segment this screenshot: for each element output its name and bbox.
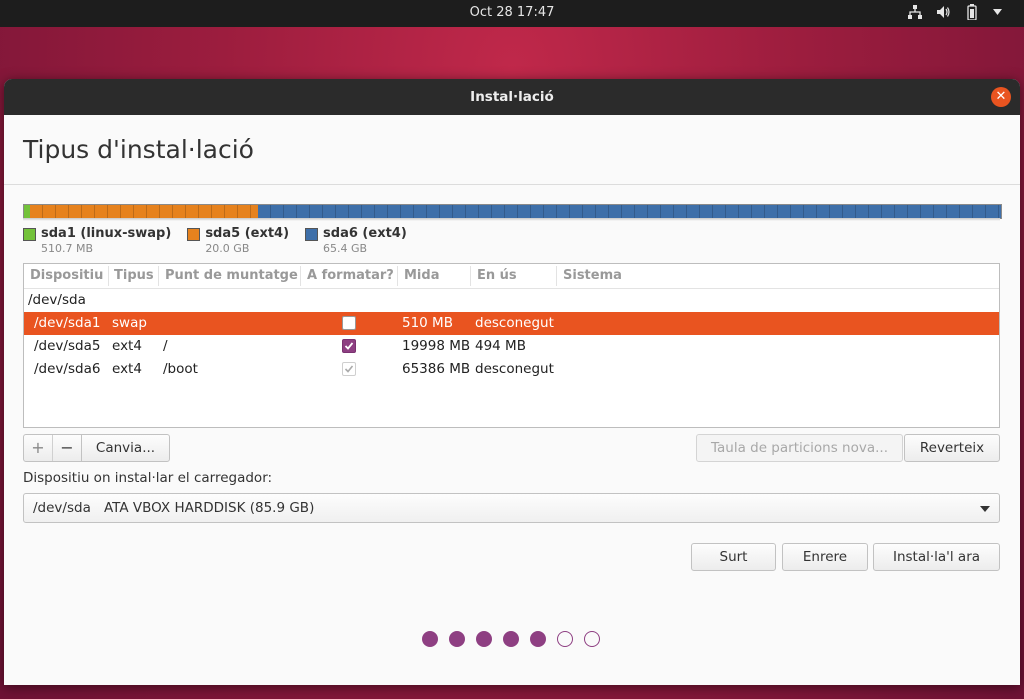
checkmark-icon (344, 342, 354, 350)
col-header-used[interactable]: En ús (477, 268, 517, 283)
legend-item: sda5 (ext4) 20.0 GB (187, 226, 289, 255)
partition-bar (23, 204, 1002, 219)
cell-device: /dev/sda6 (34, 361, 101, 377)
bootloader-device-select[interactable]: /dev/sda ATA VBOX HARDDISK (85.9 GB) (23, 493, 1000, 523)
checkmark-icon (344, 365, 354, 373)
volume-icon (936, 5, 951, 19)
format-checkbox[interactable] (342, 316, 356, 330)
partition-bar-shadow (23, 218, 1000, 221)
legend-partition-name: sda1 (linux-swap) (41, 226, 172, 241)
progress-dots (422, 631, 600, 647)
table-row[interactable]: /dev/sda6 ext4 /boot 65386 MB desconegut (24, 358, 999, 381)
progress-dot (476, 631, 492, 647)
col-header-mount[interactable]: Punt de muntatge (165, 268, 298, 283)
partition-table[interactable]: Dispositiu Tipus Punt de muntatge A form… (23, 263, 1000, 428)
dropdown-arrow-icon (980, 506, 990, 512)
window-title: Instal·lació (470, 89, 554, 105)
change-partition-button[interactable]: Canvia... (82, 435, 169, 461)
cell-type: ext4 (112, 361, 142, 377)
bootloader-device: /dev/sda (33, 500, 91, 516)
column-separator (397, 266, 398, 286)
top-bar: Oct 28 17:47 (0, 0, 1024, 27)
progress-dot (584, 631, 600, 647)
partition-legend: sda1 (linux-swap) 510.7 MB sda5 (ext4) 20.0… (23, 226, 407, 255)
remove-partition-button[interactable]: − (53, 435, 82, 461)
install-now-button[interactable]: Instal·la'l ara (873, 543, 1000, 571)
close-button[interactable]: ✕ (991, 87, 1011, 107)
revert-button[interactable]: Reverteix (904, 434, 1000, 462)
close-icon: ✕ (995, 89, 1007, 104)
disk-name: /dev/sda (28, 292, 86, 308)
new-partition-table-button[interactable]: Taula de particions nova... (696, 434, 903, 462)
table-row[interactable]: /dev/sda1 swap 510 MB desconegut (24, 312, 999, 335)
partition-bar-segment (257, 205, 1001, 218)
col-header-device[interactable]: Dispositiu (30, 268, 103, 283)
cell-used: 494 MB (475, 338, 526, 354)
page-title: Tipus d'instal·lació (23, 135, 254, 164)
cell-size: 65386 MB (402, 361, 471, 377)
cell-used: desconegut (475, 315, 554, 331)
column-separator (300, 266, 301, 286)
cell-size: 510 MB (402, 315, 453, 331)
cell-type: swap (112, 315, 147, 331)
col-header-format[interactable]: A formatar? (307, 268, 394, 283)
installer-window: Instal·lació ✕ Tipus d'instal·lació sda1… (4, 79, 1020, 685)
legend-swatch (23, 228, 36, 241)
cell-size: 19998 MB (402, 338, 471, 354)
quit-button[interactable]: Surt (691, 543, 776, 571)
legend-item: sda6 (ext4) 65.4 GB (305, 226, 407, 255)
battery-icon (965, 4, 979, 20)
progress-dot (530, 631, 546, 647)
progress-dot (422, 631, 438, 647)
column-separator (108, 266, 109, 286)
partition-bar-segment (29, 205, 258, 218)
disk-row[interactable]: /dev/sda (24, 289, 999, 312)
partition-toolbar: + − Canvia... (23, 434, 170, 462)
clock[interactable]: Oct 28 17:47 (0, 5, 1024, 20)
format-checkbox-disabled (342, 362, 356, 376)
col-header-size[interactable]: Mida (404, 268, 439, 283)
add-partition-button[interactable]: + (24, 435, 53, 461)
progress-dot (503, 631, 519, 647)
cell-mount: / (163, 338, 168, 354)
progress-dot (449, 631, 465, 647)
legend-partition-name: sda5 (ext4) (205, 226, 290, 241)
format-checkbox[interactable] (342, 339, 356, 353)
system-menu-arrow-icon (993, 9, 1002, 15)
system-tray[interactable] (908, 4, 1002, 20)
column-separator (556, 266, 557, 286)
col-header-type[interactable]: Tipus (114, 268, 154, 283)
legend-partition-size: 20.0 GB (205, 242, 250, 255)
legend-partition-name: sda6 (ext4) (323, 226, 407, 241)
column-separator (470, 266, 471, 286)
column-separator (158, 266, 159, 286)
cell-type: ext4 (112, 338, 142, 354)
col-header-system[interactable]: Sistema (563, 268, 622, 283)
bootloader-label: Dispositiu on instal·lar el carregador: (23, 470, 273, 486)
legend-swatch (187, 228, 201, 241)
cell-device: /dev/sda5 (34, 338, 101, 354)
table-header: Dispositiu Tipus Punt de muntatge A form… (24, 264, 999, 289)
legend-partition-size: 510.7 MB (41, 242, 94, 255)
back-button[interactable]: Enrere (782, 543, 868, 571)
cell-device: /dev/sda1 (34, 315, 101, 331)
title-bar: Instal·lació ✕ (4, 79, 1020, 115)
legend-partition-size: 65.4 GB (323, 242, 368, 255)
cell-mount: /boot (163, 361, 198, 377)
network-icon (908, 5, 922, 19)
legend-item: sda1 (linux-swap) 510.7 MB (23, 226, 171, 255)
cell-used: desconegut (475, 361, 554, 377)
progress-dot (557, 631, 573, 647)
table-row[interactable]: /dev/sda5 ext4 / 19998 MB 494 MB (24, 335, 999, 358)
legend-swatch (305, 228, 319, 241)
bootloader-device-description: ATA VBOX HARDDISK (85.9 GB) (104, 500, 315, 516)
